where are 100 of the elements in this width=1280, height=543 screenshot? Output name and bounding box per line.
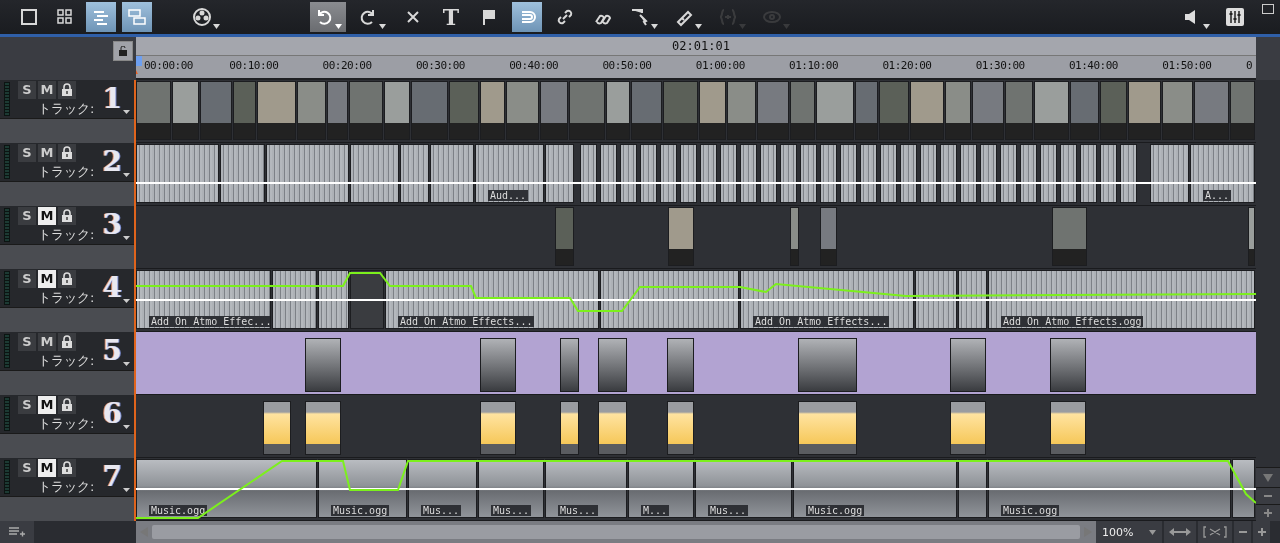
audio-clip[interactable]: [958, 270, 987, 329]
video-clip[interactable]: [200, 81, 232, 140]
title-clip[interactable]: [950, 338, 986, 392]
audio-clip[interactable]: [958, 459, 987, 518]
caret-icon[interactable]: [123, 236, 130, 240]
audio-clip[interactable]: [1100, 144, 1117, 203]
solo-button[interactable]: S: [18, 80, 36, 99]
caret-icon[interactable]: [123, 299, 130, 303]
zoom-in-button[interactable]: [1256, 504, 1280, 521]
maximize-icon[interactable]: [1262, 4, 1274, 14]
audio-clip[interactable]: [700, 144, 717, 203]
audio-clip[interactable]: [350, 270, 384, 329]
image-clip[interactable]: [798, 401, 857, 455]
video-clip[interactable]: [631, 81, 662, 140]
video-clip[interactable]: [1100, 81, 1127, 140]
image-clip[interactable]: [598, 401, 627, 455]
timeline-view-button[interactable]: [86, 2, 116, 32]
audio-clip[interactable]: [1040, 144, 1057, 203]
zoom-dropdown[interactable]: 100%: [1096, 521, 1162, 543]
video-clip[interactable]: [1194, 81, 1229, 140]
fit-all-button[interactable]: [1198, 521, 1232, 543]
audio-clip[interactable]: [430, 144, 474, 203]
audio-clip[interactable]: [580, 144, 597, 203]
scroll-down-button[interactable]: [1256, 467, 1280, 487]
audio-clip[interactable]: [740, 144, 757, 203]
image-clip[interactable]: [480, 401, 516, 455]
audio-clip[interactable]: [600, 144, 617, 203]
audio-clip[interactable]: [860, 144, 877, 203]
audio-clip[interactable]: [760, 144, 777, 203]
mute-button[interactable]: M: [38, 458, 56, 477]
caret-icon[interactable]: [123, 425, 130, 429]
audio-clip[interactable]: [920, 144, 937, 203]
audio-clip[interactable]: [1080, 144, 1097, 203]
fit-width-button[interactable]: [1164, 521, 1196, 543]
video-clip[interactable]: [384, 81, 410, 140]
image-clip[interactable]: [667, 401, 694, 455]
text-button[interactable]: T: [436, 2, 466, 32]
title-clip[interactable]: [798, 338, 857, 392]
audio-clip[interactable]: [136, 144, 219, 203]
mute-button[interactable]: M: [38, 269, 56, 288]
image-clip[interactable]: [950, 401, 986, 455]
timeline-ruler[interactable]: 02:01:01 00:00:00 00:10:00 00:20:00 00:30:00 00:40:00 00:50:00 01:00:00 01:10:00 01:20:00 01:30:00 01:40:00 01:50:00 0: [136, 37, 1256, 80]
video-clip[interactable]: [972, 81, 1004, 140]
video-clip[interactable]: [945, 81, 971, 140]
video-clip[interactable]: [449, 81, 479, 140]
video-clip[interactable]: [327, 81, 348, 140]
audio-clip[interactable]: [545, 144, 574, 203]
video-clip[interactable]: [1248, 207, 1255, 266]
audio-clip[interactable]: [620, 144, 637, 203]
audio-clip[interactable]: [915, 270, 957, 329]
audio-clip[interactable]: [1000, 144, 1017, 203]
title-clip[interactable]: [1050, 338, 1086, 392]
audio-clip[interactable]: Mus...: [478, 459, 544, 518]
volume-envelope-line[interactable]: [136, 272, 1256, 312]
video-clip[interactable]: [233, 81, 256, 140]
audio-clip[interactable]: Add On Atmo Effects.ogg: [988, 270, 1255, 329]
audio-clip[interactable]: [660, 144, 677, 203]
scroll-thumb[interactable]: [152, 525, 1080, 539]
lock-button[interactable]: [58, 395, 76, 414]
image-clip[interactable]: [263, 401, 291, 455]
playhead-marker[interactable]: [136, 56, 142, 74]
audio-clip[interactable]: [1060, 144, 1077, 203]
video-clip[interactable]: [1070, 81, 1099, 140]
mute-button[interactable]: M: [38, 143, 56, 162]
image-clip[interactable]: [1050, 401, 1086, 455]
mute-button[interactable]: M: [38, 80, 56, 99]
video-clip[interactable]: [668, 207, 694, 266]
video-clip[interactable]: [699, 81, 726, 140]
audio-clip[interactable]: [900, 144, 917, 203]
audio-clip[interactable]: [980, 144, 997, 203]
caret-icon[interactable]: [123, 488, 130, 492]
mute-button[interactable]: M: [38, 206, 56, 225]
solo-button[interactable]: S: [18, 395, 36, 414]
audio-clip[interactable]: Aud...: [475, 144, 544, 203]
video-clip[interactable]: [790, 207, 799, 266]
audio-clip[interactable]: [940, 144, 957, 203]
lock-button[interactable]: [58, 458, 76, 477]
audio-clip[interactable]: [880, 144, 897, 203]
solo-button[interactable]: S: [18, 143, 36, 162]
audio-clip[interactable]: Add On Atmo Effects...: [740, 270, 914, 329]
video-clip[interactable]: [297, 81, 326, 140]
audio-clip[interactable]: Music.ogg: [988, 459, 1231, 518]
audio-clip[interactable]: [780, 144, 797, 203]
audio-clip[interactable]: M...: [628, 459, 694, 518]
audio-clip[interactable]: Music.ogg: [793, 459, 957, 518]
video-clip[interactable]: [879, 81, 909, 140]
audio-clip[interactable]: A...: [1190, 144, 1255, 203]
undo-button[interactable]: [310, 2, 346, 32]
audio-clip[interactable]: [1232, 459, 1255, 518]
audio-clip[interactable]: [350, 144, 399, 203]
audio-clip[interactable]: Mus...: [408, 459, 477, 518]
audio-clip[interactable]: [266, 144, 349, 203]
video-clip[interactable]: [1034, 81, 1069, 140]
video-clip[interactable]: [349, 81, 383, 140]
lock-button[interactable]: [58, 332, 76, 351]
zoom-in-button[interactable]: [1253, 521, 1270, 543]
audio-clip[interactable]: [720, 144, 737, 203]
image-clip[interactable]: [305, 401, 341, 455]
audio-clip[interactable]: [800, 144, 817, 203]
video-clip[interactable]: [1230, 81, 1255, 140]
